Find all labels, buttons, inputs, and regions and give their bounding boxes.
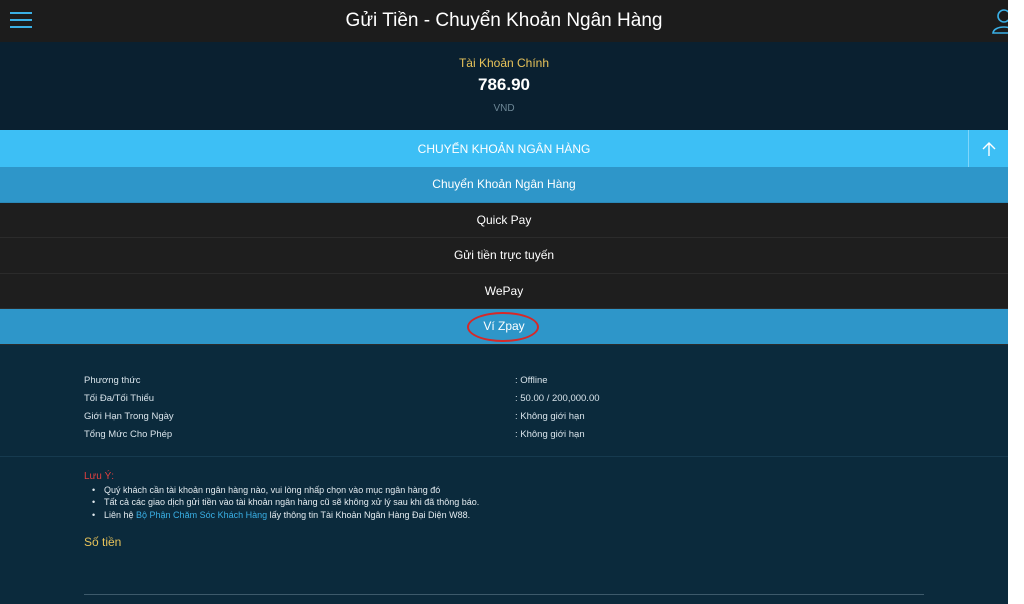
notes-list: Quý khách cần tài khoản ngân hàng nào, v… (84, 485, 1008, 523)
notes-title: Lưu Ý: (84, 470, 115, 482)
detail-row: Tổng Mức Cho Phép : Không giới hạn (84, 429, 1008, 447)
detail-row: Phương thức : Offline (84, 375, 1008, 393)
method-label: Chuyển Khoản Ngân Hàng (432, 177, 576, 192)
detail-value: : Offline (515, 374, 548, 386)
arrow-up-icon[interactable] (968, 130, 1008, 167)
detail-label: Tổng Mức Cho Phép (84, 428, 173, 440)
detail-label: Phương thức (84, 374, 141, 386)
method-quick-pay[interactable]: Quick Pay (0, 202, 1008, 238)
detail-label: Giới Hạn Trong Ngày (84, 410, 174, 422)
hamburger-icon[interactable] (10, 12, 32, 30)
detail-value: : Không giới hạn (515, 410, 585, 422)
method-wepay[interactable]: WePay (0, 273, 1008, 309)
amount-label: Số tiền (84, 535, 122, 549)
customer-care-link[interactable]: Bộ Phận Chăm Sóc Khách Hàng (136, 510, 267, 520)
balance-currency: VND (493, 103, 515, 114)
note-item: Quý khách cần tài khoản ngân hàng nào, v… (92, 485, 1008, 498)
page-title: Gửi Tiền - Chuyển Khoản Ngân Hàng (345, 10, 663, 31)
contact-prefix: Liên hệ (104, 509, 137, 520)
method-label: Gửi tiền trực tuyến (453, 248, 555, 263)
highlight-circle (467, 312, 539, 342)
method-details: Phương thức : Offline Tối Đa/Tối Thiểu :… (0, 345, 1008, 457)
page-margin (1008, 0, 1024, 604)
detail-value: : 50.00 / 200,000.00 (515, 392, 600, 404)
bank-transfer-section-header[interactable]: CHUYỂN KHOẢN NGÂN HÀNG (0, 130, 1008, 167)
method-online-deposit[interactable]: Gửi tiền trực tuyến (0, 238, 1008, 274)
detail-label: Tối Đa/Tối Thiểu (84, 392, 155, 404)
detail-row: Giới Hạn Trong Ngày : Không giới hạn (84, 411, 1008, 429)
note-item: Tất cả các giao dịch gửi tiền vào tài kh… (92, 497, 1008, 510)
detail-row: Tối Đa/Tối Thiểu : 50.00 / 200,000.00 (84, 393, 1008, 411)
balance-amount: 786.90 (478, 75, 530, 94)
detail-value: : Không giới hạn (515, 428, 585, 440)
notes-section: Lưu Ý: Quý khách cần tài khoản ngân hàng… (0, 457, 1008, 550)
balance-label: Tài Khoản Chính (458, 56, 550, 70)
amount-input-underline[interactable] (84, 594, 924, 595)
user-icon[interactable] (992, 8, 1008, 34)
balance-panel: Tài Khoản Chính 786.90 VND (0, 42, 1008, 130)
section-title: CHUYỂN KHOẢN NGÂN HÀNG (417, 141, 591, 156)
method-zpay-wallet[interactable]: Ví Zpay (0, 309, 1008, 345)
deposit-app: Gửi Tiền - Chuyển Khoản Ngân Hàng Tài Kh… (0, 0, 1008, 604)
note-item: Liên hệ Bộ Phận Chăm Sóc Khách Hàng lấy … (92, 509, 1008, 523)
contact-suffix: lấy thông tin Tài Khoản Ngân Hàng Đại Di… (267, 509, 471, 520)
method-bank-transfer[interactable]: Chuyển Khoản Ngân Hàng (0, 167, 1008, 203)
top-bar: Gửi Tiền - Chuyển Khoản Ngân Hàng (0, 0, 1008, 42)
method-label: Quick Pay (476, 212, 532, 227)
method-label: WePay (484, 283, 524, 298)
